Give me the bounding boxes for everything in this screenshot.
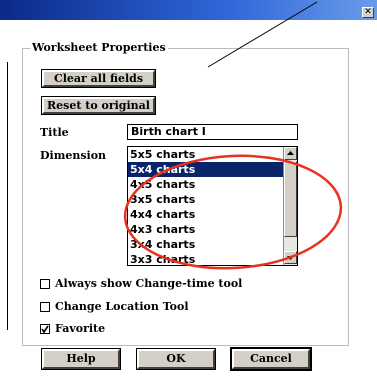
dimension-listbox[interactable]: 5x5 charts 5x4 charts 4x5 charts 3x5 charts… <box>127 146 298 266</box>
checkbox-box[interactable] <box>40 323 50 334</box>
checkbox-box[interactable] <box>40 278 50 289</box>
dimension-option[interactable]: 4x3 charts <box>128 222 283 237</box>
checkbox-always-show-change-time[interactable]: Always show Change-time tool <box>40 277 242 290</box>
clear-all-fields-button[interactable]: Clear all fields <box>41 69 156 88</box>
title-input[interactable]: Birth chart I <box>127 124 298 140</box>
checkbox-box[interactable] <box>40 301 50 312</box>
dimension-option[interactable]: 4x4 charts <box>128 207 283 222</box>
checkbox-label: Always show Change-time tool <box>55 277 243 290</box>
reset-to-original-button[interactable]: Reset to original <box>41 96 156 115</box>
cancel-button[interactable]: Cancel <box>230 347 312 371</box>
dimension-option[interactable]: 5x5 charts <box>128 147 283 162</box>
checkbox-favorite[interactable]: Favorite <box>40 322 105 335</box>
dimension-scrollbar[interactable] <box>283 147 297 265</box>
dimension-option[interactable]: 3x3 charts <box>128 252 283 265</box>
group-title: Worksheet Properties <box>30 41 168 54</box>
scroll-up-button[interactable] <box>284 147 297 160</box>
scroll-down-button[interactable] <box>284 251 297 264</box>
dimension-option[interactable]: 5x4 charts <box>128 162 283 177</box>
window-titlebar <box>0 0 377 20</box>
arrow-down-icon <box>287 256 294 260</box>
dimension-option[interactable]: 4x5 charts <box>128 177 283 192</box>
scroll-thumb[interactable] <box>284 161 297 237</box>
help-button[interactable]: Help <box>41 348 121 370</box>
checkbox-label: Favorite <box>55 322 106 335</box>
ok-button[interactable]: OK <box>136 348 216 370</box>
dimension-option[interactable]: 3x5 charts <box>128 192 283 207</box>
checkmark-icon <box>41 325 49 333</box>
close-button[interactable]: ✕ <box>362 7 374 18</box>
dimension-option[interactable]: 3x4 charts <box>128 237 283 252</box>
title-label: Title <box>40 126 69 139</box>
dimension-list-items: 5x5 charts 5x4 charts 4x5 charts 3x5 charts… <box>128 147 283 265</box>
dimension-label: Dimension <box>40 149 107 162</box>
arrow-up-icon <box>287 151 294 155</box>
checkbox-label: Change Location Tool <box>55 300 189 313</box>
checkbox-change-location-tool[interactable]: Change Location Tool <box>40 300 189 313</box>
left-edge-divider <box>7 62 8 330</box>
